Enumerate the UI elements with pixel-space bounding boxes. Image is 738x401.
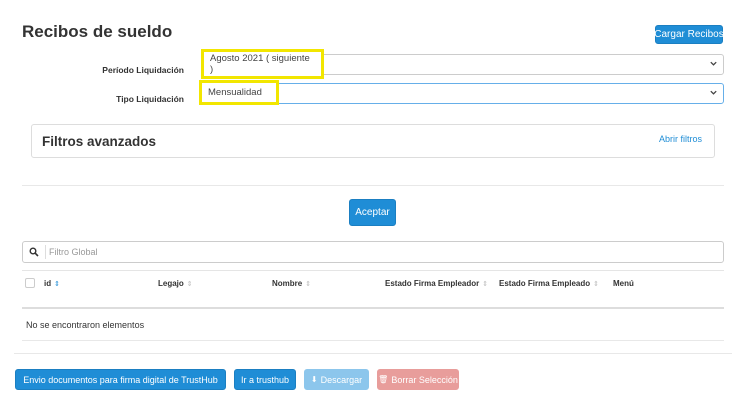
select-all-checkbox[interactable] [25,278,35,288]
envio-trusthub-button[interactable]: Envio documentos para firma digital de T… [15,369,226,390]
advanced-filters-title: Filtros avanzados [42,134,157,149]
table-header-top-border [22,270,724,271]
advanced-filters-panel: Filtros avanzados Abrir filtros [31,124,715,158]
column-header-label: Estado Firma Empleador [385,279,480,288]
column-header-label: Nombre [272,279,303,288]
ir-trusthub-button[interactable]: Ir a trusthub [234,369,296,390]
download-icon: ⬇ [310,375,318,384]
chevron-down-icon [710,90,717,95]
tipo-selected-value[interactable]: Mensualidad [199,80,279,105]
sort-icon: ⇕ [54,280,60,288]
open-filters-link[interactable]: Abrir filtros [659,134,702,144]
table-row-border [22,340,724,341]
global-search [22,241,724,263]
descargar-label: Descargar [320,374,363,385]
page-title: Recibos de sueldo [22,22,173,41]
column-header-id[interactable]: id ⇕ [44,279,60,288]
borrar-seleccion-button[interactable]: 🗑 Borrar Selección [377,369,459,390]
search-separator [45,245,46,259]
borrar-label: Borrar Selección [391,374,458,385]
tipo-select[interactable] [204,83,724,104]
chevron-down-icon [710,61,717,66]
column-header-menu: Menú [613,279,634,288]
tipo-label: Tipo Liquidación [116,94,184,104]
column-header-label: id [44,279,52,288]
periodo-selected-value[interactable]: Agosto 2021 ( siguiente ) [201,49,324,79]
column-header-legajo[interactable]: Legajo ⇕ [158,279,193,288]
sort-icon: ⇕ [305,280,312,288]
cargar-recibos-button[interactable]: Cargar Recibos [654,25,724,44]
column-header-nombre[interactable]: Nombre ⇕ [272,279,311,288]
divider [14,353,732,354]
periodo-label: Período Liquidación [102,65,184,75]
column-header-label: Estado Firma Empleado [499,279,591,288]
divider [22,185,724,186]
sort-icon: ⇕ [593,280,600,288]
sort-icon: ⇕ [186,280,193,288]
trash-icon: 🗑 [378,375,389,384]
descargar-button[interactable]: ⬇ Descargar [304,369,369,390]
column-header-estado-empleado[interactable]: Estado Firma Empleado ⇕ [499,279,599,288]
table-header-bottom-border [22,307,724,309]
search-input[interactable] [49,244,709,260]
empty-table-message: No se encontraron elementos [26,320,145,330]
column-header-label: Legajo [158,279,184,288]
column-header-label: Menú [613,279,634,288]
search-icon [23,242,45,262]
aceptar-button[interactable]: Aceptar [349,199,396,226]
column-header-estado-empleador[interactable]: Estado Firma Empleador ⇕ [385,279,488,288]
sort-icon: ⇕ [482,280,489,288]
